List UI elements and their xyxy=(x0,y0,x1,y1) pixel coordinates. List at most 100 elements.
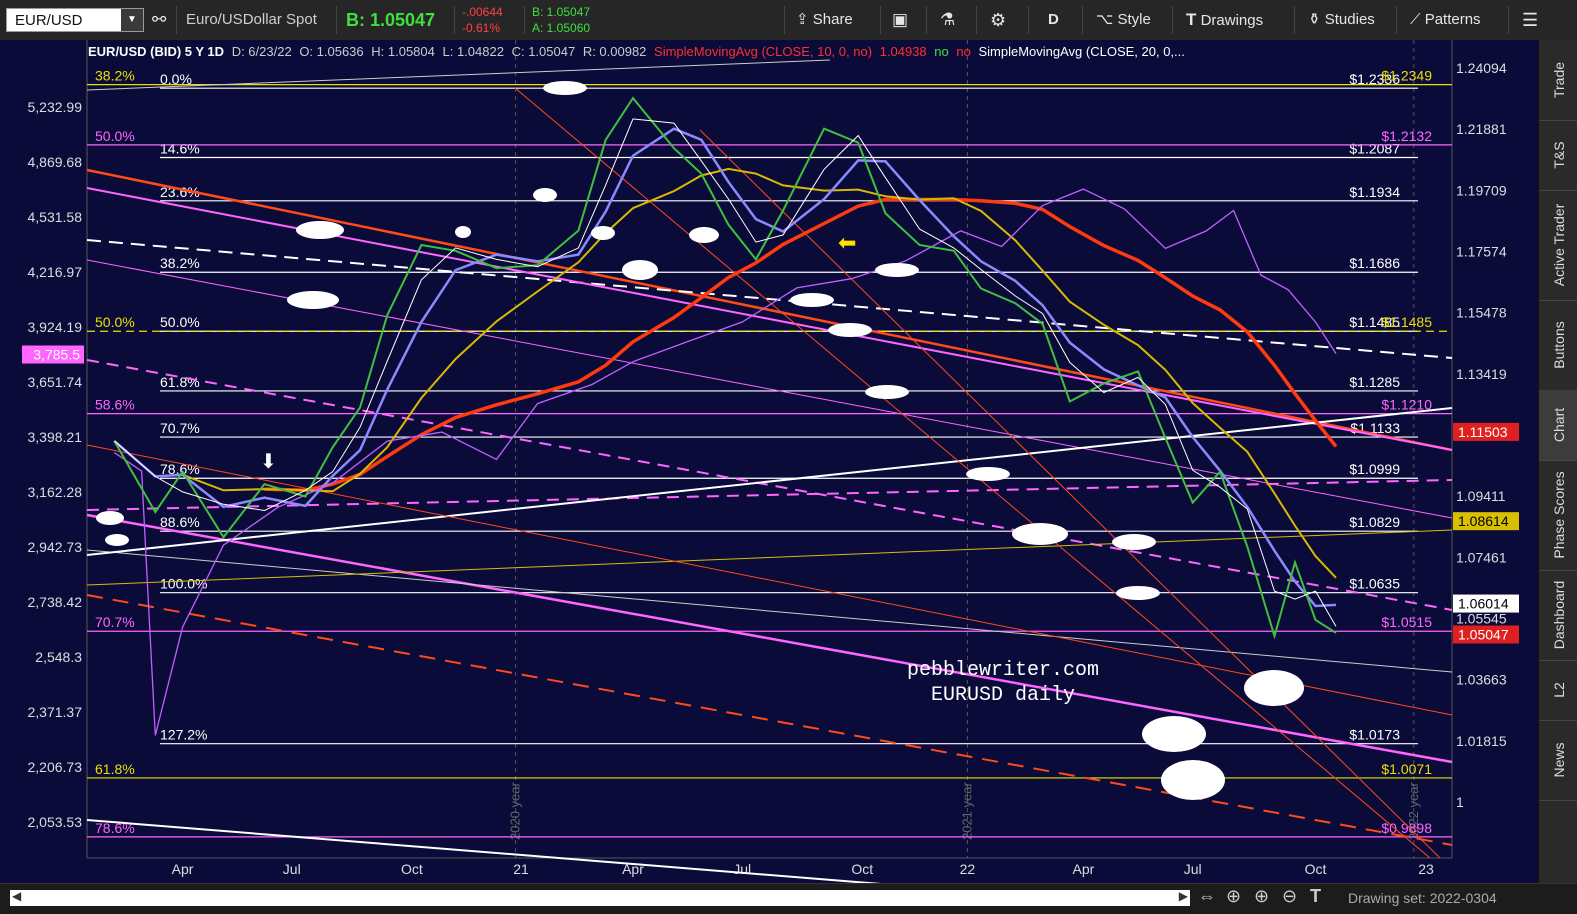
side-tab-phase-scores[interactable]: Phase Scores xyxy=(1539,460,1577,571)
side-tab-active-trader[interactable]: Active Trader xyxy=(1539,190,1577,301)
side-tab-label: L2 xyxy=(1550,682,1567,698)
fib-level-pct: 100.0% xyxy=(160,576,207,592)
side-tab-label: News xyxy=(1550,742,1567,778)
monitor-icon[interactable]: ▣ xyxy=(892,0,908,40)
watermark-line2: EURUSD daily xyxy=(931,684,1075,707)
right-tick-label: 1.01815 xyxy=(1456,733,1507,749)
x-tick-label: 23 xyxy=(1418,861,1434,877)
drawing-set-label[interactable]: Drawing set: 2022-0304 xyxy=(1348,890,1497,906)
target-ellipse xyxy=(533,188,557,202)
scroll-right-icon[interactable]: ▶ xyxy=(1179,889,1188,903)
info-close: C: 1.05047 xyxy=(511,44,576,59)
crosshair-icon[interactable]: ⊕ xyxy=(1226,886,1241,907)
outer-fib-pct: 50.0% xyxy=(95,314,135,330)
outer-fib-price: $0.9898 xyxy=(1381,820,1432,836)
chevron-down-icon[interactable]: ▼ xyxy=(121,9,143,31)
outer-fib-pct: 61.8% xyxy=(95,761,135,777)
text-icon[interactable]: T xyxy=(1310,886,1321,907)
right-tick-label: 1.07461 xyxy=(1456,549,1507,565)
target-ellipse xyxy=(96,511,124,525)
target-ellipse xyxy=(875,263,919,277)
fib-level-price: $1.0999 xyxy=(1349,461,1400,477)
symbol-description: Euro/USDollar Spot xyxy=(186,11,317,28)
outer-fib-price: $1.0515 xyxy=(1381,614,1432,630)
expand-icon[interactable]: ⇔ xyxy=(1198,886,1216,907)
target-ellipse xyxy=(296,221,344,239)
zoom-in-icon[interactable]: ⊕ xyxy=(1254,886,1269,907)
studies-label: Studies xyxy=(1324,11,1375,28)
side-tab-l2[interactable]: L2 xyxy=(1539,660,1577,721)
arrow-left-icon: ⬅ xyxy=(838,230,856,255)
side-tab-news[interactable]: News xyxy=(1539,720,1577,801)
price-chart[interactable]: 2020 year 2021 year 2022 year 5,232.994,86… xyxy=(0,40,1538,883)
target-ellipse xyxy=(543,81,587,95)
sma20-label[interactable]: SimpleMovingAvg (CLOSE, 20, 0,... xyxy=(978,44,1184,59)
target-ellipse xyxy=(287,291,339,309)
left-tick-label: 3,398.21 xyxy=(28,429,83,445)
flask-icon[interactable]: ⚗ xyxy=(940,0,955,40)
menu-icon[interactable]: ☰ xyxy=(1522,0,1538,40)
left-tick-label: 2,738.42 xyxy=(28,594,83,610)
target-ellipse xyxy=(1161,760,1225,800)
outer-fib-pct: 58.6% xyxy=(95,397,135,413)
scroll-left-icon[interactable]: ◀ xyxy=(12,889,21,903)
chart-scrollbar[interactable]: ◀ ▶ xyxy=(10,889,1190,906)
target-ellipse xyxy=(1012,523,1068,545)
drawings-label: Drawings xyxy=(1200,12,1264,29)
share-label: Share xyxy=(812,11,853,28)
period-button[interactable]: D xyxy=(1048,0,1059,40)
left-tick-label: 2,548.3 xyxy=(35,649,82,665)
patterns-button[interactable]: ⟋ Patterns xyxy=(1410,0,1481,40)
price-badge-label: 1.08614 xyxy=(1458,513,1509,529)
patterns-label: Patterns xyxy=(1424,11,1481,28)
fib-level-price: $1.1934 xyxy=(1349,184,1400,200)
fib-level-pct: 127.2% xyxy=(160,727,207,743)
left-tick-label: 3,162.28 xyxy=(28,484,83,500)
link-icon[interactable]: ⚯ xyxy=(152,0,166,40)
x-tick-label: Oct xyxy=(1305,861,1327,877)
sma10-label[interactable]: SimpleMovingAvg (CLOSE, 10, 0, no) xyxy=(654,44,872,59)
right-tick-label: 1 xyxy=(1456,794,1464,810)
info-open: O: 1.05636 xyxy=(299,44,364,59)
side-tab-dashboard[interactable]: Dashboard xyxy=(1539,570,1577,661)
change-value: -.00644 xyxy=(462,5,503,19)
sma10-no1: no xyxy=(934,44,949,59)
left-tick-label: 4,531.58 xyxy=(28,209,83,225)
side-tabs: Trade T&S Active Trader Buttons Chart Phase S… xyxy=(1538,40,1577,883)
left-price-badge-label: 3,785.5 xyxy=(33,347,80,363)
drawings-button[interactable]: T Drawings xyxy=(1186,0,1263,40)
symbol-text: EUR/USD xyxy=(15,12,83,29)
style-button[interactable]: ⌥ Style xyxy=(1096,0,1151,40)
side-tab-t-s[interactable]: T&S xyxy=(1539,120,1577,191)
target-ellipse xyxy=(1112,534,1156,550)
share-button[interactable]: ⇪ Share xyxy=(796,0,853,40)
fib-level-pct: 70.7% xyxy=(160,420,200,436)
right-tick-label: 1.17574 xyxy=(1456,244,1507,260)
side-tab-trade[interactable]: Trade xyxy=(1539,40,1577,121)
watermark-line1: pebblewriter.com xyxy=(907,659,1099,682)
year-marker-label: 2021 year xyxy=(959,782,974,840)
symbol-selector[interactable]: EUR/USD ▼ xyxy=(6,8,144,32)
sma10-no2: no xyxy=(956,44,971,59)
side-tab-buttons[interactable]: Buttons xyxy=(1539,300,1577,391)
x-tick-label: Apr xyxy=(1073,861,1095,877)
zoom-out-icon[interactable]: ⊖ xyxy=(1282,886,1297,907)
left-tick-label: 4,869.68 xyxy=(28,154,83,170)
target-ellipse xyxy=(865,385,909,399)
gear-icon[interactable]: ⚙ xyxy=(990,0,1006,40)
x-tick-label: Jul xyxy=(283,861,301,877)
right-tick-label: 1.09411 xyxy=(1456,488,1506,504)
left-tick-label: 3,924.19 xyxy=(28,319,83,335)
chart-background xyxy=(0,40,1538,883)
side-tab-chart[interactable]: Chart xyxy=(1539,390,1577,461)
fib-level-price: $1.0635 xyxy=(1349,576,1400,592)
studies-button[interactable]: ⚱ Studies xyxy=(1308,0,1375,40)
outer-fib-price: $1.1485 xyxy=(1381,314,1432,330)
left-tick-label: 2,942.73 xyxy=(28,539,83,555)
right-tick-label: 1.13419 xyxy=(1456,366,1507,382)
side-tab-label: Buttons xyxy=(1550,321,1567,369)
info-high: H: 1.05804 xyxy=(371,44,435,59)
right-tick-label: 1.03663 xyxy=(1456,672,1507,688)
target-ellipse xyxy=(622,260,658,280)
right-tick-label: 1.15478 xyxy=(1456,305,1507,321)
